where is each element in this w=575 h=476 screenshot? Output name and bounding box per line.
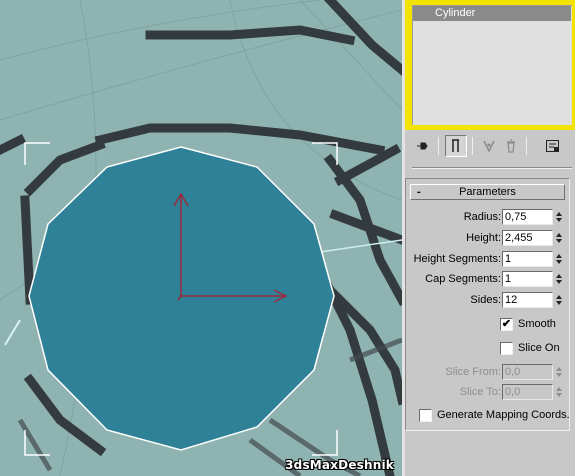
slice-from-row: Slice From: 0,0 <box>406 364 571 382</box>
watermark: 3dsMaxDeshnik <box>285 458 394 472</box>
height-field[interactable]: 2,455 <box>502 230 553 246</box>
slice-to-label: Slice To: <box>459 386 501 398</box>
slice-to-spinner <box>554 384 564 400</box>
configure-modifier-sets-icon[interactable] <box>542 135 564 157</box>
cap-segments-label: Cap Segments: <box>425 273 501 285</box>
radius-row: Radius: 0,75 <box>406 209 571 227</box>
smooth-label: Smooth <box>518 318 556 330</box>
height-segments-row: Height Segments: 1 <box>406 251 571 269</box>
sides-field[interactable]: 12 <box>502 292 553 308</box>
make-unique-icon[interactable] <box>478 135 500 157</box>
cap-segments-spinner[interactable] <box>554 271 564 287</box>
height-label: Height: <box>466 232 501 244</box>
pin-stack-icon[interactable] <box>412 135 434 157</box>
cap-segments-row: Cap Segments: 1 <box>406 271 571 289</box>
slice-from-field: 0,0 <box>502 364 553 380</box>
collapse-symbol: - <box>417 186 421 198</box>
parameters-rollout-header[interactable]: - Parameters <box>410 184 565 200</box>
viewport[interactable]: 3dsMaxDeshnik <box>0 0 402 476</box>
generate-mapping-label: Generate Mapping Coords. <box>437 409 570 421</box>
sides-label: Sides: <box>470 294 501 306</box>
modifier-stack-list[interactable]: Cylinder <box>412 5 572 125</box>
panel-divider <box>412 167 572 169</box>
slice-from-label: Slice From: <box>445 366 501 378</box>
generate-mapping-checkbox[interactable] <box>419 409 432 422</box>
slice-on-label: Slice On <box>518 342 560 354</box>
cylinder-object[interactable] <box>28 146 335 451</box>
toolbar-separator <box>438 137 439 155</box>
radius-spinner[interactable] <box>554 209 564 225</box>
modifier-stack-toolbar <box>412 135 572 157</box>
remove-modifier-icon[interactable] <box>500 135 522 157</box>
parameters-title: Parameters <box>459 186 516 198</box>
height-segments-label: Height Segments: <box>413 253 501 265</box>
slice-to-row: Slice To: 0,0 <box>406 384 571 402</box>
height-segments-spinner[interactable] <box>554 251 564 267</box>
radius-label: Radius: <box>463 211 501 223</box>
sides-row: Sides: 12 <box>406 292 571 310</box>
modifier-stack-frame: Cylinder <box>405 0 575 130</box>
slice-from-spinner <box>554 364 564 380</box>
slice-on-checkbox[interactable] <box>500 342 513 355</box>
parameters-rollout: - Parameters Radius: 0,75 Height: 2,455 … <box>405 178 570 431</box>
slice-to-field: 0,0 <box>502 384 553 400</box>
show-end-result-icon[interactable] <box>445 135 467 157</box>
height-row: Height: 2,455 <box>406 230 571 248</box>
viewport-scene <box>0 0 402 476</box>
height-spinner[interactable] <box>554 230 564 246</box>
toolbar-separator <box>526 137 527 155</box>
radius-field[interactable]: 0,75 <box>502 209 553 225</box>
toolbar-separator <box>472 137 473 155</box>
sides-spinner[interactable] <box>554 292 564 308</box>
cap-segments-field[interactable]: 1 <box>502 271 553 287</box>
smooth-checkbox[interactable]: ✔ <box>500 318 513 331</box>
height-segments-field[interactable]: 1 <box>502 251 553 267</box>
modifier-stack-item-cylinder[interactable]: Cylinder <box>413 6 571 21</box>
